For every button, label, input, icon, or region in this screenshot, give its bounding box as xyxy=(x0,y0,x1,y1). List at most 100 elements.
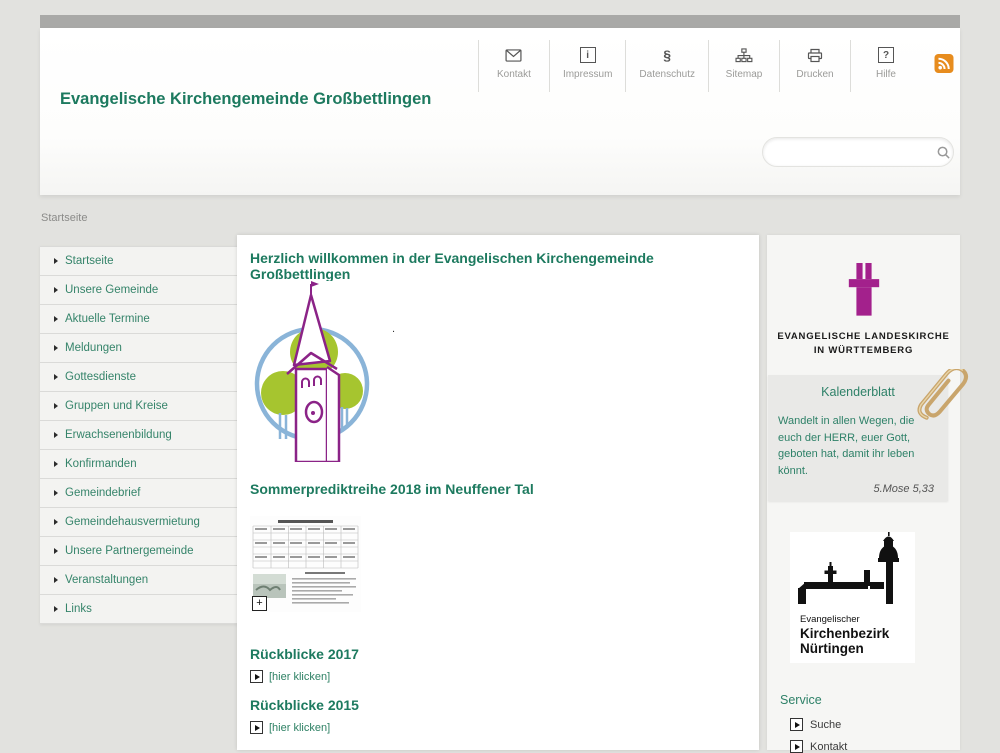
rueckblicke-2017-heading: Rückblicke 2017 xyxy=(250,646,359,662)
sidebar-item-label: Erwachsenenbildung xyxy=(65,421,172,449)
sidebar-item-gemeindehausvermietung[interactable]: Gemeindehausvermietung xyxy=(40,508,238,537)
kirchenbezirk-line2: Kirchenbezirk xyxy=(800,626,915,641)
link-label: [hier klicken] xyxy=(269,671,330,683)
sidebar-item-unsere-gemeinde[interactable]: Unsere Gemeinde xyxy=(40,276,238,305)
bullet-arrow-icon xyxy=(54,403,58,409)
landeskirche-logo[interactable]: EVANGELISCHE LANDESKIRCHE IN WÜRTTEMBERG xyxy=(767,263,960,359)
site-title: Evangelische Kirchengemeinde Großbettlin… xyxy=(60,90,431,109)
info-box-icon: i xyxy=(580,46,596,64)
envelope-icon xyxy=(505,46,522,64)
toolbar-kontakt[interactable]: Kontakt xyxy=(478,40,549,92)
kalenderblatt-title: Kalenderblatt xyxy=(768,375,948,399)
kirchenbezirk-line1: Evangelischer xyxy=(800,615,915,626)
kalenderblatt-box: Kalenderblatt Wandelt in allen Wegen, di… xyxy=(768,375,948,501)
top-gray-bar xyxy=(40,15,960,28)
bullet-arrow-icon xyxy=(54,490,58,496)
play-arrow-icon xyxy=(790,718,803,731)
bullet-arrow-icon xyxy=(54,287,58,293)
play-arrow-icon xyxy=(790,740,803,753)
sidebar-item-label: Startseite xyxy=(65,247,114,275)
sidebar-item-label: Unsere Gemeinde xyxy=(65,276,158,304)
service-link-suche[interactable]: Suche xyxy=(790,718,841,731)
main-content: Herzlich willkommen in der Evangelischen… xyxy=(237,235,759,750)
toolbar-datenschutz[interactable]: § Datenschutz xyxy=(625,40,708,92)
bullet-arrow-icon xyxy=(54,345,58,351)
sitemap-icon xyxy=(735,46,753,64)
kalenderblatt-verse: Wandelt in allen Wegen, die euch der HER… xyxy=(778,413,932,479)
kalenderblatt-reference: 5.Mose 5,33 xyxy=(768,483,934,495)
bullet-arrow-icon xyxy=(54,577,58,583)
sidebar-item-label: Veranstaltungen xyxy=(65,566,148,594)
rss-button[interactable] xyxy=(921,40,958,92)
sidebar-item-label: Unsere Partnergemeinde xyxy=(65,537,194,565)
rueckblicke-2015-link[interactable]: [hier klicken] xyxy=(250,721,330,734)
welcome-heading: Herzlich willkommen in der Evangelischen… xyxy=(250,250,750,282)
play-arrow-icon xyxy=(250,670,263,683)
section-sign-icon: § xyxy=(663,46,671,64)
bullet-arrow-icon xyxy=(54,606,58,612)
sidebar-item-gemeindebrief[interactable]: Gemeindebrief xyxy=(40,479,238,508)
breadcrumb[interactable]: Startseite xyxy=(41,212,87,224)
bullet-arrow-icon xyxy=(54,548,58,554)
sidebar-item-unsere-partnergemeinde[interactable]: Unsere Partnergemeinde xyxy=(40,537,238,566)
sidebar-item-label: Gemeindehausvermietung xyxy=(65,508,200,536)
church-skyline-icon xyxy=(790,597,915,614)
stray-dot: . xyxy=(392,323,395,335)
service-heading: Service xyxy=(780,693,822,707)
service-link-label: Suche xyxy=(810,719,841,731)
service-link-label: Kontakt xyxy=(810,741,847,753)
toolbar-hilfe[interactable]: ? Hilfe xyxy=(850,40,921,92)
toolbar-label: Kontakt xyxy=(497,69,531,80)
sidebar-item-label: Gruppen und Kreise xyxy=(65,392,168,420)
toolbar-drucken[interactable]: Drucken xyxy=(779,40,850,92)
sidebar-item-label: Aktuelle Termine xyxy=(65,305,150,333)
kirchenbezirk-line3: Nürtingen xyxy=(800,641,915,656)
site-header: Kontakt i Impressum § Datenschutz Sitema… xyxy=(40,28,960,195)
sidebar-item-gottesdienste[interactable]: Gottesdienste xyxy=(40,363,238,392)
link-label: [hier klicken] xyxy=(269,722,330,734)
sidebar-nav: Startseite Unsere Gemeinde Aktuelle Term… xyxy=(40,246,238,624)
sidebar-item-meldungen[interactable]: Meldungen xyxy=(40,334,238,363)
right-sidebar: EVANGELISCHE LANDESKIRCHE IN WÜRTTEMBERG… xyxy=(767,235,960,750)
toolbar-label: Sitemap xyxy=(726,69,763,80)
sidebar-item-links[interactable]: Links xyxy=(40,595,238,624)
bullet-arrow-icon xyxy=(54,258,58,264)
rueckblicke-2015-heading: Rückblicke 2015 xyxy=(250,697,359,713)
toolbar-label: Datenschutz xyxy=(639,69,695,80)
rss-icon xyxy=(934,54,954,78)
sidebar-item-label: Gottesdienste xyxy=(65,363,136,391)
printer-icon xyxy=(807,46,823,64)
service-link-kontakt[interactable]: Kontakt xyxy=(790,740,847,753)
toolbar-label: Drucken xyxy=(796,69,833,80)
sidebar-item-gruppen-und-kreise[interactable]: Gruppen und Kreise xyxy=(40,392,238,421)
thumbnail-zoom-icon[interactable]: + xyxy=(252,596,267,611)
sidebar-item-konfirmanden[interactable]: Konfirmanden xyxy=(40,450,238,479)
sidebar-item-erwachsenenbildung[interactable]: Erwachsenenbildung xyxy=(40,421,238,450)
search-icon[interactable] xyxy=(936,145,951,160)
bullet-arrow-icon xyxy=(54,519,58,525)
sidebar-item-label: Konfirmanden xyxy=(65,450,137,478)
search-input[interactable] xyxy=(777,144,936,160)
kirchenbezirk-logo[interactable]: Evangelischer Kirchenbezirk Nürtingen xyxy=(790,532,915,663)
landeskirche-line1: EVANGELISCHE LANDESKIRCHE xyxy=(767,330,960,344)
question-box-icon: ? xyxy=(878,46,894,64)
search-box xyxy=(762,137,954,167)
utility-toolbar: Kontakt i Impressum § Datenschutz Sitema… xyxy=(478,40,958,92)
wuerttemberg-cross-icon xyxy=(845,305,883,322)
toolbar-impressum[interactable]: i Impressum xyxy=(549,40,625,92)
sidebar-item-label: Links xyxy=(65,595,92,623)
sommerpredigt-heading: Sommerprediktreihe 2018 im Neuffener Tal xyxy=(250,481,534,497)
bullet-arrow-icon xyxy=(54,461,58,467)
church-drawing-image xyxy=(250,281,376,462)
sidebar-item-startseite[interactable]: Startseite xyxy=(40,247,238,276)
rueckblicke-2017-link[interactable]: [hier klicken] xyxy=(250,670,330,683)
sidebar-item-veranstaltungen[interactable]: Veranstaltungen xyxy=(40,566,238,595)
toolbar-label: Hilfe xyxy=(876,69,896,80)
sidebar-item-aktuelle-termine[interactable]: Aktuelle Termine xyxy=(40,305,238,334)
bullet-arrow-icon xyxy=(54,374,58,380)
landeskirche-line2: IN WÜRTTEMBERG xyxy=(767,344,960,358)
bullet-arrow-icon xyxy=(54,316,58,322)
toolbar-sitemap[interactable]: Sitemap xyxy=(708,40,779,92)
bullet-arrow-icon xyxy=(54,432,58,438)
toolbar-label: Impressum xyxy=(563,69,612,80)
